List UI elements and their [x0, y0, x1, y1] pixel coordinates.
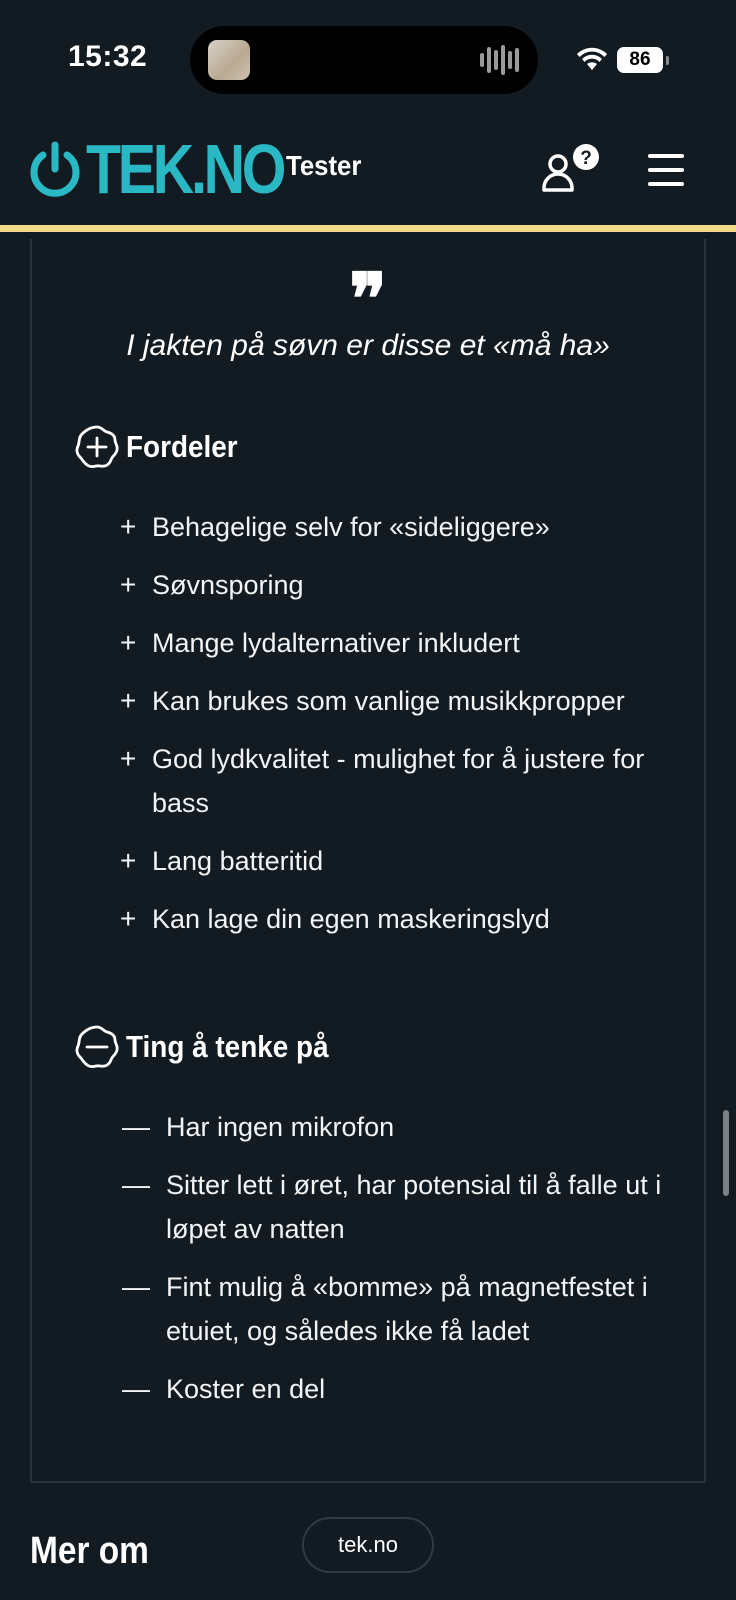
list-item: — Sitter lett i øret, har potensial til å…	[88, 1163, 688, 1251]
pro-text: Søvnsporing	[152, 570, 304, 600]
list-item: + Behagelige selv for «sideliggere»	[88, 505, 688, 549]
svg-text:?: ?	[580, 148, 592, 169]
plus-marker: +	[120, 627, 137, 658]
pros-list: + Behagelige selv for «sideliggere» + Søvn…	[88, 505, 688, 955]
power-icon	[30, 141, 80, 197]
list-item: + Lang batteritid	[88, 839, 688, 883]
plus-marker: +	[120, 511, 137, 542]
pros-heading: Fordeler	[74, 424, 250, 470]
pro-text: God lydkvalitet - mulighet for å justere…	[152, 744, 645, 818]
cons-heading-text: Ting å tenke på	[126, 1029, 329, 1064]
list-item: + Søvnsporing	[88, 563, 688, 607]
dash-marker: —	[122, 1111, 150, 1142]
hamburger-menu-icon[interactable]	[648, 154, 684, 188]
pro-text: Kan brukes som vanlige musikkpropper	[152, 686, 625, 716]
user-help-icon[interactable]: ?	[540, 142, 602, 200]
list-item: + Kan brukes som vanlige musikkpropper	[88, 679, 688, 723]
pull-quote: I jakten på søvn er disse et «må ha»	[126, 329, 610, 362]
plus-circle-icon	[75, 425, 119, 469]
plus-marker: +	[120, 845, 137, 876]
con-text: Koster en del	[166, 1374, 326, 1404]
list-item: — Fint mulig å «bomme» på magnetfestet i …	[88, 1265, 688, 1353]
url-pill[interactable]: tek.no	[302, 1517, 434, 1573]
dash-marker: —	[122, 1169, 150, 1200]
status-bar: 15:32 86	[0, 0, 736, 120]
scrollbar-thumb[interactable]	[723, 1110, 729, 1196]
wifi-icon	[577, 47, 607, 70]
site-logo[interactable]: TEK.NO	[28, 130, 326, 208]
review-summary-card: ❞ I jakten på søvn er disse et «må ha» F…	[30, 239, 706, 1483]
pro-text: Lang batteritid	[152, 846, 324, 876]
list-item: + Kan lage din egen maskeringslyd	[88, 897, 688, 941]
section-label[interactable]: Tester	[286, 150, 361, 182]
list-item: + God lydkvalitet - mulighet for å juster…	[88, 737, 688, 825]
more-about-heading: Mer om	[30, 1530, 149, 1572]
plus-marker: +	[120, 743, 137, 774]
list-item: — Koster en del	[88, 1367, 688, 1411]
minus-circle-icon	[75, 1025, 119, 1069]
list-item: + Mange lydalternativer inkludert	[88, 621, 688, 665]
pro-text: Mange lydalternativer inkludert	[152, 628, 520, 658]
site-header: TEK.NO Tester ?	[0, 120, 736, 232]
plus-marker: +	[120, 685, 137, 716]
list-item: — Har ingen mikrofon	[88, 1105, 688, 1149]
plus-marker: +	[120, 569, 137, 600]
clock: 15:32	[68, 40, 148, 73]
battery-indicator: 86	[617, 47, 669, 73]
con-text: Har ingen mikrofon	[166, 1112, 395, 1142]
cons-list: — Har ingen mikrofon — Sitter lett i øret,…	[88, 1105, 688, 1425]
pro-text: Kan lage din egen maskeringslyd	[152, 904, 550, 934]
pros-heading-text: Fordeler	[126, 429, 238, 464]
dash-marker: —	[122, 1373, 150, 1404]
pro-text: Behagelige selv for «sideliggere»	[152, 512, 550, 542]
dash-marker: —	[122, 1271, 150, 1302]
con-text: Sitter lett i øret, har potensial til å …	[166, 1170, 662, 1244]
now-playing-thumbnail	[208, 40, 250, 80]
cons-heading: Ting å tenke på	[74, 1024, 351, 1070]
logo-text: TEK.NO	[86, 130, 286, 208]
con-text: Fint mulig å «bomme» på magnetfestet i e…	[166, 1272, 648, 1346]
dynamic-island[interactable]	[190, 26, 538, 94]
quote-icon: ❞	[349, 257, 387, 340]
plus-marker: +	[120, 903, 137, 934]
audio-waveform-icon	[480, 44, 520, 76]
